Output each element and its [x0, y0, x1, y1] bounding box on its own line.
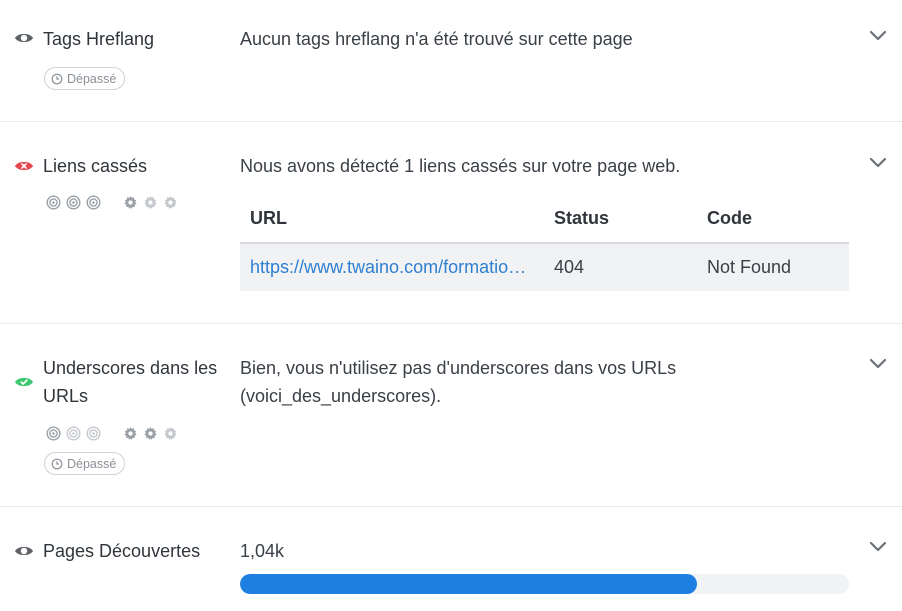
progress-fill: [240, 574, 697, 594]
section-description: Aucun tags hreflang n'a été trouvé sur c…: [240, 29, 633, 49]
section-hreflang: Tags Hreflang Dépassé Aucun tags hreflan…: [0, 0, 902, 121]
chevron-down-icon[interactable]: [868, 156, 888, 170]
badge-label: Dépassé: [67, 456, 117, 471]
broken-link[interactable]: https://www.twaino.com/formation-seo/: [250, 257, 535, 278]
clock-lock-icon: [51, 458, 63, 469]
broken-links-table: URL Status Code https://www.twaino.com/f…: [240, 195, 849, 291]
target-icon: [86, 194, 101, 210]
gear-icon: [144, 426, 157, 440]
section-description: Nous avons détecté 1 liens cassés sur vo…: [240, 156, 681, 176]
gear-icon: [164, 195, 177, 209]
section-description-line: Bien, vous n'utilisez pas d'underscores …: [240, 358, 677, 378]
error-icon: [15, 161, 33, 171]
table-row: https://www.twaino.com/formation-seo/ 40…: [240, 243, 849, 291]
gear-icon: [144, 195, 157, 209]
section-title: Pages Découvertes: [43, 541, 201, 561]
status-cell: 404: [544, 243, 697, 291]
column-header-code: Code: [697, 195, 849, 244]
status-badge: Dépassé: [44, 67, 126, 90]
section-underscores: Underscores dans les URLs Dépassé Bien, …: [0, 324, 902, 506]
gear-icon: [124, 426, 137, 440]
section-description: Bien, vous n'utilisez pas d'underscores …: [240, 354, 676, 410]
section-title: Tags Hreflang: [43, 29, 155, 49]
target-icon: [86, 425, 101, 441]
chevron-down-icon[interactable]: [868, 540, 888, 554]
section-title-line: Underscores dans les: [43, 358, 218, 378]
section-description-line: (voici_des_underscores).: [240, 386, 442, 406]
chevron-down-icon[interactable]: [868, 357, 888, 371]
target-icon: [46, 194, 61, 210]
column-header-status: Status: [544, 195, 697, 244]
gear-icon: [124, 195, 137, 209]
section-title-line: URLs: [43, 386, 89, 406]
target-icon: [66, 425, 81, 441]
eye-icon: [15, 546, 33, 556]
target-icon: [46, 425, 61, 441]
gear-icon: [164, 426, 177, 440]
section-title: Liens cassés: [43, 156, 148, 176]
eye-icon: [15, 33, 33, 43]
url-cell: https://www.twaino.com/formation-seo/: [240, 243, 544, 291]
success-icon: [15, 377, 33, 387]
importance-difficulty-rating: [46, 194, 183, 210]
section-discovered-pages: Pages Découvertes 1,04k: [0, 507, 902, 611]
section-title: Underscores dans les URLs: [43, 354, 217, 410]
target-icon: [66, 194, 81, 210]
column-header-url: URL: [240, 195, 544, 244]
clock-lock-icon: [51, 73, 63, 84]
progress-bar: [240, 574, 849, 594]
chevron-down-icon[interactable]: [868, 29, 888, 43]
section-broken-links: Liens cassés Nous avons détecté 1 liens …: [0, 122, 902, 323]
badge-label: Dépassé: [67, 71, 117, 86]
importance-difficulty-rating: [46, 425, 183, 441]
discovered-pages-value: 1,04k: [240, 541, 285, 561]
status-badge: Dépassé: [44, 452, 126, 475]
code-cell: Not Found: [697, 243, 849, 291]
